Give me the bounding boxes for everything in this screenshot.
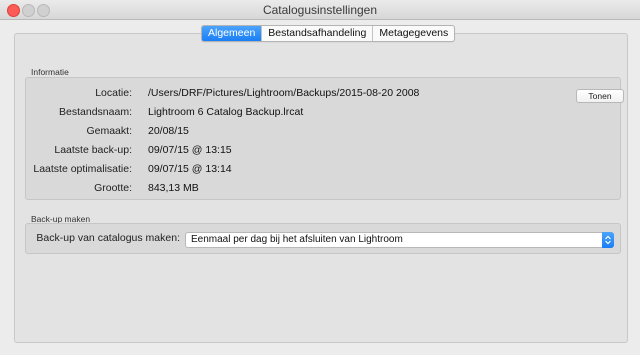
info-row-gemaakt: Gemaakt: 20/08/15: [26, 125, 620, 141]
backup-label: Back-up van catalogus maken:: [36, 232, 180, 244]
tab-bestandsafhandeling[interactable]: Bestandsafhandeling: [261, 26, 372, 41]
catalog-settings-window: Catalogusinstellingen Algemeen Bestandsa…: [0, 0, 640, 355]
info-row-bestandsnaam: Bestandsnaam: Lightroom 6 Catalog Backup…: [26, 106, 620, 122]
tab-metagegevens[interactable]: Metagegevens: [372, 26, 454, 41]
window-title: Catalogusinstellingen: [262, 3, 378, 17]
info-row-locatie: Locatie: /Users/DRF/Pictures/Lightroom/B…: [26, 87, 620, 103]
select-stepper-icon: [602, 232, 614, 248]
tab-content: Informatie Locatie: /Users/DRF/Pictures/…: [14, 33, 628, 343]
tab-algemeen[interactable]: Algemeen: [202, 26, 262, 41]
informatie-panel: Locatie: /Users/DRF/Pictures/Lightroom/B…: [25, 77, 624, 200]
info-label: Gemaakt:: [86, 125, 132, 137]
info-label: Grootte:: [94, 182, 132, 194]
info-value: /Users/DRF/Pictures/Lightroom/Backups/20…: [148, 87, 420, 99]
informatie-section-label: Informatie: [31, 67, 69, 77]
backup-frequency-select[interactable]: Eenmaal per dag bij het afsluiten van Li…: [185, 232, 614, 248]
info-label: Locatie:: [95, 87, 132, 99]
show-location-button[interactable]: Tonen: [576, 89, 624, 103]
info-label: Laatste optimalisatie:: [33, 163, 132, 175]
info-row-laatste-backup: Laatste back-up: 09/07/15 @ 13:15: [26, 144, 620, 160]
info-value: 09/07/15 @ 13:14: [148, 163, 232, 175]
tab-bar: Algemeen Bestandsafhandeling Metagegeven…: [201, 25, 456, 42]
info-value: 843,13 MB: [148, 182, 199, 194]
backup-panel: Back-up van catalogus maken: Eenmaal per…: [25, 223, 621, 254]
info-value: 09/07/15 @ 13:15: [148, 144, 232, 156]
info-label: Laatste back-up:: [54, 144, 132, 156]
title-bar: Catalogusinstellingen: [0, 0, 640, 20]
info-value: Lightroom 6 Catalog Backup.lrcat: [148, 106, 304, 118]
info-label: Bestandsnaam:: [59, 106, 132, 118]
info-value: 20/08/15: [148, 125, 189, 137]
info-row-grootte: Grootte: 843,13 MB: [26, 182, 620, 198]
backup-frequency-value: Eenmaal per dag bij het afsluiten van Li…: [191, 234, 403, 245]
info-row-laatste-optimalisatie: Laatste optimalisatie: 09/07/15 @ 13:14: [26, 163, 620, 179]
